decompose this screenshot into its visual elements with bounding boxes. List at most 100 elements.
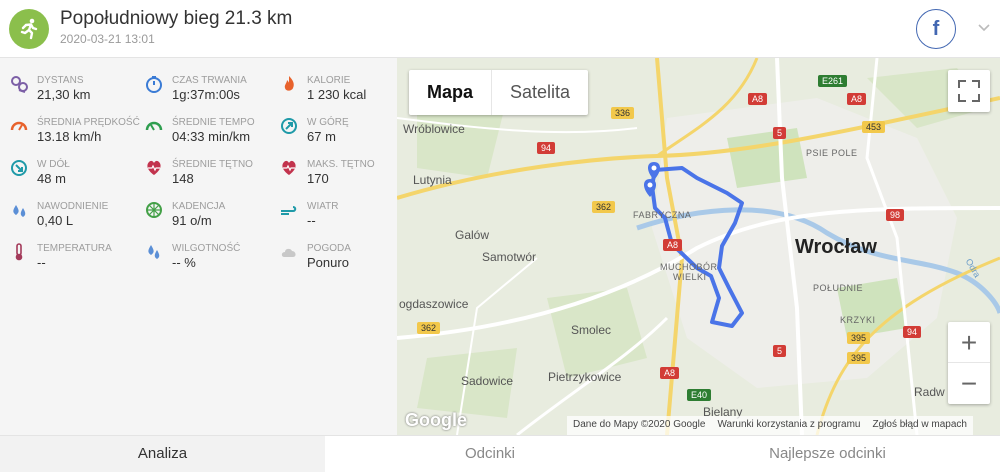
stat-value: 0,40 L [37, 213, 74, 228]
descent-icon [11, 160, 27, 176]
road-badge-e40: E40 [687, 389, 712, 401]
stat-distance: Dystans 21,30 km [0, 62, 130, 102]
road-badge-a8: A8 [663, 239, 683, 251]
map-label-wroblowice: Wróblowice [403, 122, 465, 136]
stat-label: Średnie tętno [172, 159, 253, 170]
wind-icon [281, 206, 297, 215]
attribution-data: Dane do Mapy ©2020 Google [573, 419, 706, 430]
stat-value: -- [37, 255, 46, 270]
stat-value: 13.18 km/h [37, 129, 102, 144]
stat-heart-rate: Średnie tętno 148 [135, 146, 265, 186]
stat-label: W dół [37, 159, 70, 170]
fullscreen-button[interactable] [948, 70, 990, 112]
road-badge-5-south: 5 [773, 345, 787, 357]
stat-descent: W dół 48 m [0, 146, 130, 186]
road-badge-a8-east: A8 [847, 93, 867, 105]
map-label-wielki: WIELKI [673, 272, 707, 282]
attribution-terms-link[interactable]: Warunki korzystania z programu [711, 416, 866, 435]
map-type-satellite-button[interactable]: Satelita [491, 70, 588, 115]
tab-najlepsze-odcinki[interactable]: Najlepsze odcinki [655, 436, 1000, 472]
map-label-galow: Galów [455, 228, 490, 242]
attribution-report-link[interactable]: Zgłoś błąd w mapach [866, 416, 973, 435]
stat-water-drops: Nawodnienie 0,40 L [0, 188, 130, 228]
map-label-radw: Radw [914, 385, 945, 399]
tab-odcinki[interactable]: Odcinki [325, 436, 655, 472]
stat-value: 67 m [307, 129, 336, 144]
chevron-down-icon[interactable] [976, 20, 992, 36]
tab-bar: Analiza Odcinki Najlepsze odcinki [0, 435, 1000, 472]
facebook-share-button[interactable]: f [916, 9, 956, 49]
stat-value: 1g:37m:00s [172, 87, 240, 102]
map-label-poludnie: POŁUDNIE [813, 283, 864, 293]
map-label-psie-pole: PSIE POLE [806, 148, 858, 158]
map-label-fabryczna: FABRYCZNA [633, 210, 692, 220]
stat-wind: Wiatr -- [270, 188, 400, 228]
road-badge-94-east: 94 [903, 326, 922, 338]
stat-label: Nawodnienie [37, 201, 109, 212]
speedometer-icon [10, 121, 28, 131]
stat-pace-gauge: Średnie tempo 04:33 min/km [135, 104, 265, 144]
workout-title: Popołudniowy bieg 21.3 km [60, 8, 293, 29]
running-icon [9, 9, 49, 49]
stat-cadence: Kadencja 91 o/m [135, 188, 265, 228]
map-type-map-button[interactable]: Mapa [409, 70, 491, 115]
stat-heart-max: Maks. tętno 170 [270, 146, 400, 186]
map-attribution: Dane do Mapy ©2020 Google Warunki korzys… [567, 416, 973, 435]
map-label-wroclaw: Wrocław [795, 236, 877, 258]
stat-label: Pogoda [307, 243, 351, 254]
map-label-krzyki: KRZYKI [840, 315, 876, 325]
pace-gauge-icon [145, 121, 163, 131]
stat-value: 1 230 kcal [307, 87, 367, 102]
workout-header: Popołudniowy bieg 21.3 km 2020-03-21 13:… [0, 0, 1000, 58]
stat-label: Wilgotność [172, 243, 241, 254]
distance-icon [11, 76, 28, 93]
stat-value: -- % [172, 255, 196, 270]
zoom-in-button[interactable]: + [948, 322, 990, 363]
stat-label: Średnia prędkość [37, 117, 140, 128]
stat-speedometer: Średnia prędkość 13.18 km/h [0, 104, 140, 144]
cloud-icon [281, 248, 296, 257]
stat-value: 170 [307, 171, 329, 186]
zoom-controls: + − [948, 322, 990, 404]
water-drops-icon [13, 205, 26, 217]
stat-flame: Kalorie 1 230 kcal [270, 62, 400, 102]
stat-label: Średnie tempo [172, 117, 255, 128]
stat-thermometer: Temperatura -- [0, 230, 130, 270]
stat-label: Kalorie [307, 75, 351, 86]
stat-value: 48 m [37, 171, 66, 186]
stat-value: -- [307, 213, 316, 228]
thermometer-icon [15, 243, 23, 261]
fullscreen-icon [958, 80, 980, 102]
map-label-smolec: Smolec [571, 323, 612, 337]
stat-value: 21,30 km [37, 87, 91, 102]
road-badge-98: 98 [886, 209, 905, 221]
stopwatch-icon [146, 76, 162, 93]
road-badge-453: 453 [862, 121, 886, 133]
stat-label: Maks. tętno [307, 159, 375, 170]
stat-label: Kadencja [172, 201, 226, 212]
stat-label: Dystans [37, 75, 84, 86]
map-label-rogdaszowice: ogdaszowice [399, 297, 469, 311]
stat-value: 148 [172, 171, 194, 186]
facebook-icon: f [932, 17, 940, 40]
stat-value: 91 o/m [172, 213, 212, 228]
map-label-muchobor: MUCHOBÓR [660, 262, 718, 272]
road-badge-362-west: 362 [417, 322, 441, 334]
road-badge-e261: E261 [818, 75, 848, 87]
cadence-icon [146, 202, 162, 218]
workout-datetime: 2020-03-21 13:01 [60, 32, 155, 46]
road-badge-a8-north: A8 [748, 93, 768, 105]
route-map[interactable]: Wrocław Wróblowice Lutynia Galów Samotwó… [397, 58, 1000, 435]
google-logo: Google [405, 410, 467, 430]
tab-analiza[interactable]: Analiza [0, 436, 325, 472]
road-badge-94: 94 [537, 142, 556, 154]
road-badge-395: 395 [847, 332, 871, 344]
zoom-out-button[interactable]: − [948, 363, 990, 404]
ascent-icon [281, 118, 297, 134]
stat-cloud: Pogoda Ponuro [270, 230, 400, 270]
stat-ascent: W górę 67 m [270, 104, 400, 144]
stat-label: Temperatura [37, 243, 112, 254]
stat-value: 04:33 min/km [172, 129, 251, 144]
road-badge-a8-south: A8 [660, 367, 680, 379]
map-label-sadowice: Sadowice [461, 374, 514, 388]
